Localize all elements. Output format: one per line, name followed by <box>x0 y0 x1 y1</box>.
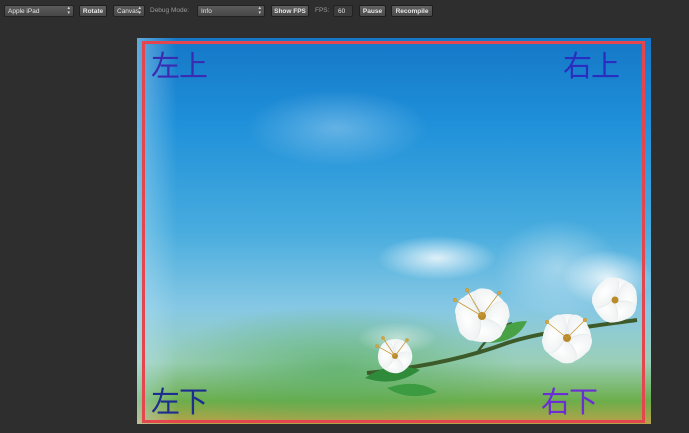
device-select[interactable]: Apple iPad ▴ ▾ <box>4 5 74 17</box>
rotate-button[interactable]: Rotate <box>79 5 107 17</box>
fps-input[interactable]: 60 <box>333 5 353 17</box>
up-down-arrows-icon: ▴ ▾ <box>138 5 141 16</box>
renderer-select[interactable]: Canvas ▴ ▾ <box>113 5 145 17</box>
up-down-arrows-icon: ▴ ▾ <box>67 5 70 16</box>
fps-label: FPS: <box>315 7 330 14</box>
simulator-toolbar: Apple iPad ▴ ▾ Rotate Canvas ▴ ▾ Debug Mod… <box>0 0 689 22</box>
debug-mode-select[interactable]: Info ▴ ▾ <box>197 5 265 17</box>
debug-mode-select-value: Info <box>201 8 212 15</box>
renderer-select-value: Canvas <box>117 8 140 15</box>
debug-mode-label: Debug Mode: <box>150 7 190 14</box>
visible-area-frame <box>142 41 645 423</box>
pause-button[interactable]: Pause <box>359 5 386 17</box>
corner-label-bottom-right: 右下 <box>541 385 598 419</box>
show-fps-button[interactable]: Show FPS <box>271 5 309 17</box>
up-down-arrows-icon: ▴ ▾ <box>258 5 261 16</box>
corner-label-top-left: 左上 <box>151 49 208 83</box>
corner-label-top-right: 右上 <box>563 49 620 83</box>
corner-label-bottom-left: 左下 <box>151 385 208 419</box>
game-canvas[interactable]: 左上 右上 左下 右下 <box>137 38 651 424</box>
device-select-value: Apple iPad <box>8 8 40 15</box>
recompile-button[interactable]: Recompile <box>391 5 433 17</box>
